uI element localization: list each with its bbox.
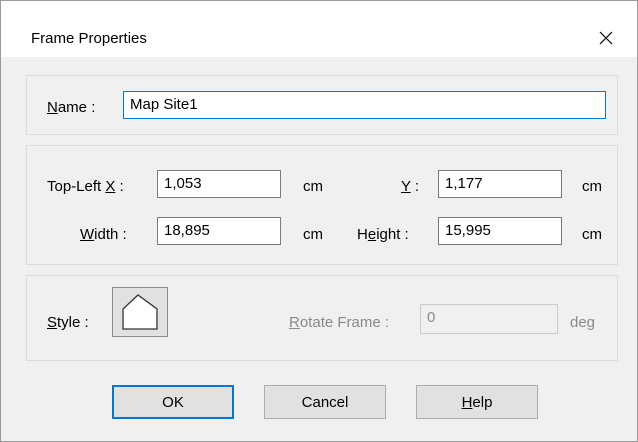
topleft-y-label: Y : <box>401 178 420 195</box>
title-bar: Frame Properties <box>1 1 637 57</box>
topleft-x-input[interactable]: 1,053 <box>157 170 281 198</box>
close-button[interactable] <box>591 25 621 51</box>
ok-button[interactable]: OK <box>112 385 234 419</box>
height-input[interactable]: 15,995 <box>438 217 562 245</box>
topleft-x-unit: cm <box>303 178 323 195</box>
name-label: Name : <box>47 99 96 116</box>
name-input[interactable]: Map Site1 <box>123 91 606 119</box>
height-unit: cm <box>582 226 602 243</box>
rotate-frame-label: Rotate Frame : <box>289 314 390 331</box>
frame-properties-dialog: Frame Properties Name : Map Site1 Top-Le… <box>0 0 638 442</box>
width-label: Width : <box>80 226 127 243</box>
style-label: Style : <box>47 314 89 331</box>
frame-style-button[interactable] <box>112 287 168 337</box>
topleft-x-label: Top-Left X : <box>47 178 124 195</box>
width-input[interactable]: 18,895 <box>157 217 281 245</box>
rotate-unit: deg <box>570 314 596 331</box>
rotate-frame-input: 0 <box>420 304 558 334</box>
position-group <box>26 145 618 265</box>
width-unit: cm <box>303 226 323 243</box>
dialog-title: Frame Properties <box>31 30 147 47</box>
topleft-y-input[interactable]: 1,177 <box>438 170 562 198</box>
help-button[interactable]: Help <box>416 385 538 419</box>
cancel-button[interactable]: Cancel <box>264 385 386 419</box>
frame-shape-icon <box>122 294 158 330</box>
close-icon <box>599 31 613 45</box>
height-label: Height : <box>357 226 409 243</box>
topleft-y-unit: cm <box>582 178 602 195</box>
